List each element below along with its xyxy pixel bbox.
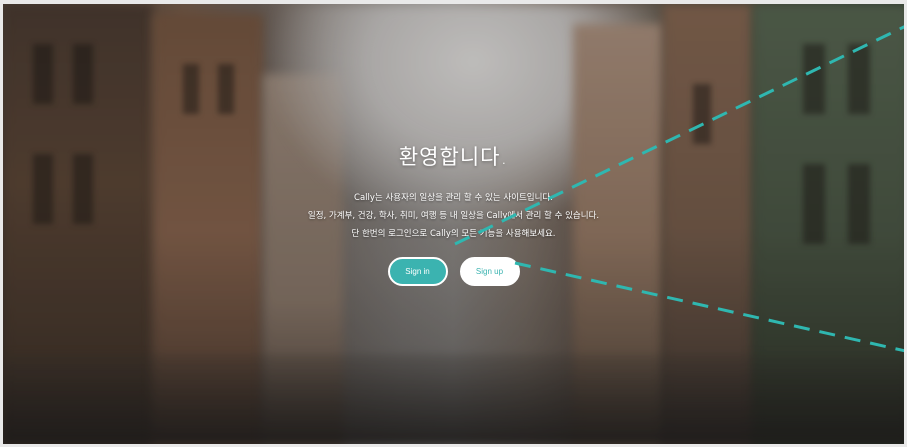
description-line: 단 한번의 로그인으로 Cally의 모든 기능을 사용해보세요. (351, 229, 556, 239)
description-line: 일정, 가계부, 건강, 학사, 취미, 여행 등 내 일상을 Cally에서 … (307, 211, 600, 221)
page-title: 환영합니다. (398, 145, 509, 169)
sign-in-button[interactable]: Sign in (387, 257, 448, 286)
welcome-panel: 환영합니다. Cally는 사용자의 일상을 관리 할 수 있는 사이트입니다.… (3, 141, 904, 286)
hero-background: 환영합니다. Cally는 사용자의 일상을 관리 할 수 있는 사이트입니다.… (0, 0, 907, 447)
auth-buttons: Sign in Sign up (3, 257, 904, 286)
sign-up-button[interactable]: Sign up (459, 257, 520, 286)
description-line: Cally는 사용자의 일상을 관리 할 수 있는 사이트입니다. (354, 193, 553, 203)
